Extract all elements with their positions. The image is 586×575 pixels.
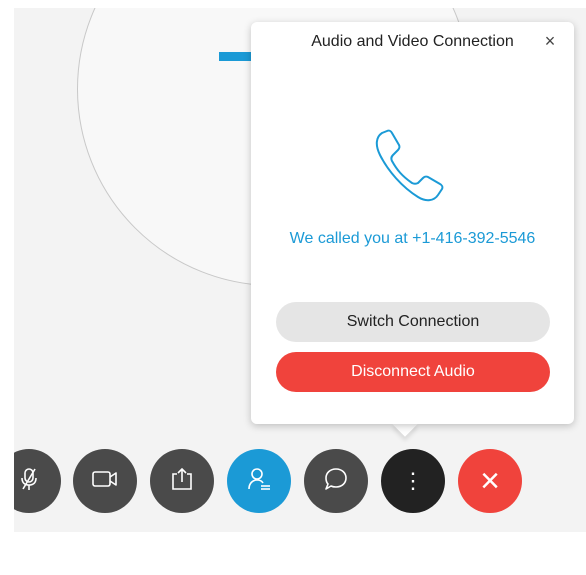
mute-button[interactable]: [14, 449, 61, 513]
phone-icon: [372, 125, 452, 210]
chat-button[interactable]: [304, 449, 368, 513]
chat-bubble-icon: [322, 465, 350, 498]
video-button[interactable]: [73, 449, 137, 513]
close-icon: ×: [480, 462, 500, 500]
microphone-muted-icon: [16, 466, 42, 497]
disconnect-audio-button[interactable]: Disconnect Audio: [276, 352, 550, 392]
leave-button[interactable]: ×: [458, 449, 522, 513]
share-button[interactable]: [150, 449, 214, 513]
close-icon[interactable]: ×: [540, 31, 560, 51]
more-button[interactable]: ⋮: [381, 449, 445, 513]
called-number-text: We called you at +1-416-392-5546: [289, 230, 536, 247]
popup-title: Audio and Video Connection: [311, 33, 514, 50]
participants-button[interactable]: [227, 449, 291, 513]
share-icon: [168, 465, 196, 498]
switch-connection-button[interactable]: Switch Connection: [276, 302, 550, 342]
video-camera-icon: [91, 469, 119, 494]
meeting-stage: Audio and Video Connection × We called y…: [14, 8, 586, 532]
participants-icon: [245, 465, 273, 498]
more-options-icon: ⋮: [402, 468, 424, 493]
audio-video-connection-popup: Audio and Video Connection × We called y…: [251, 22, 574, 424]
